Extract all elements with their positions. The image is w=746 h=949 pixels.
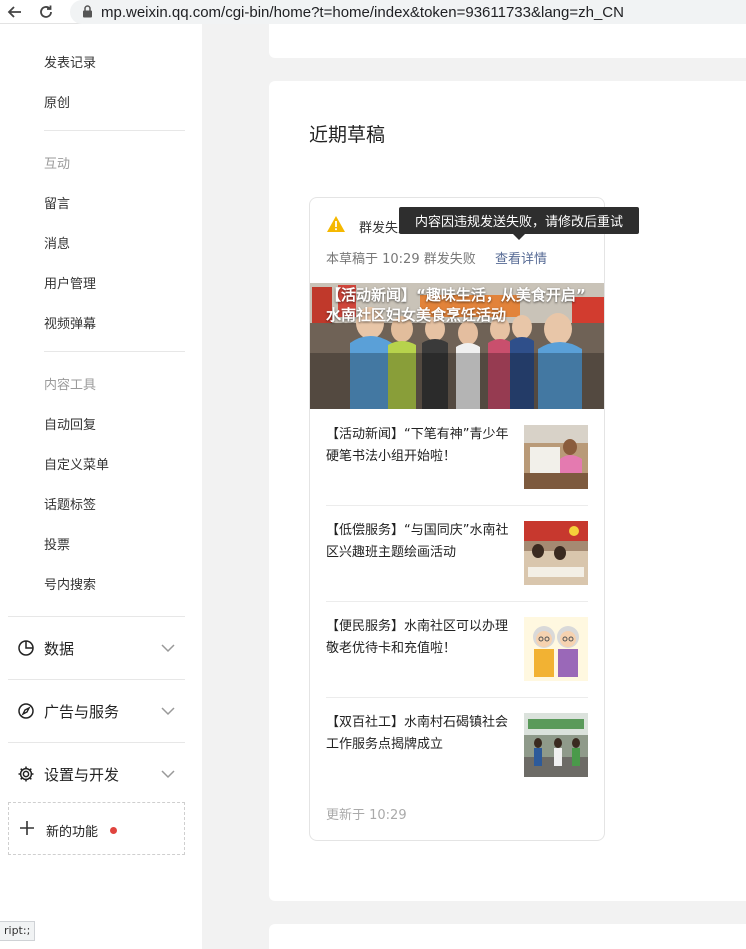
browser-toolbar: mp.weixin.qq.com/cgi-bin/home?t=home/ind… <box>0 0 746 24</box>
sidebar-item-vote[interactable]: 投票 <box>44 534 70 553</box>
article-thumbnail <box>524 521 588 585</box>
article-thumbnail <box>524 617 588 681</box>
sidebar-item-user-management[interactable]: 用户管理 <box>44 273 96 292</box>
sidebar-item-publish-records[interactable]: 发表记录 <box>44 52 96 71</box>
error-tooltip: 内容因违规发送失败，请修改后重试 <box>399 207 639 234</box>
sidebar-section-ads-services[interactable]: 广告与服务 <box>8 691 185 731</box>
chevron-down-icon <box>160 703 176 719</box>
draft-status-detail: 本草稿于 10:29 群发失败 <box>326 252 476 267</box>
article-thumbnail <box>524 713 588 777</box>
sidebar-divider <box>44 351 185 352</box>
chevron-down-icon <box>160 766 176 782</box>
article-title: 【双百社工】水南村石碣镇社会工作服务点揭牌成立 <box>326 715 509 752</box>
notification-dot <box>110 827 117 834</box>
sidebar-item-account-search[interactable]: 号内搜索 <box>44 574 96 593</box>
chevron-down-icon <box>160 640 176 656</box>
sidebar-section-settings-dev[interactable]: 设置与开发 <box>8 754 185 794</box>
new-feature-button[interactable]: 新的功能 <box>8 802 185 855</box>
article-title: 【低偿服务】“与国同庆”水南社区兴趣班主题绘画活动 <box>326 523 509 560</box>
page-title: 近期草稿 <box>309 124 386 146</box>
sidebar-section-data[interactable]: 数据 <box>8 628 185 668</box>
article-item[interactable]: 【双百社工】水南村石碣镇社会工作服务点揭牌成立 <box>326 698 588 794</box>
article-thumbnail <box>524 425 588 489</box>
pie-chart-icon <box>17 639 35 657</box>
plus-icon <box>19 820 35 836</box>
sidebar-item-comments[interactable]: 留言 <box>44 193 70 212</box>
warning-icon <box>326 215 346 233</box>
article-item[interactable]: 【活动新闻】“下笔有神”青少年硬笔书法小组开始啦！ <box>326 410 588 506</box>
gear-icon <box>17 765 35 783</box>
sidebar-section-label: 设置与开发 <box>44 765 120 784</box>
compass-icon <box>17 702 35 720</box>
address-bar[interactable]: mp.weixin.qq.com/cgi-bin/home?t=home/ind… <box>70 0 746 24</box>
sidebar-item-topic-tags[interactable]: 话题标签 <box>44 494 96 513</box>
sidebar-divider <box>8 616 185 617</box>
article-title: 【便民服务】水南社区可以办理敬老优待卡和充值啦！ <box>326 619 509 656</box>
sidebar-divider <box>8 679 185 680</box>
sidebar-group-content-tools: 内容工具 <box>44 378 97 393</box>
next-panel <box>269 924 746 949</box>
draft-updated-time: 更新于 10:29 <box>326 808 407 823</box>
tooltip-arrow <box>513 234 525 240</box>
sidebar-section-label: 数据 <box>44 639 75 658</box>
article-title: 【活动新闻】“下笔有神”青少年硬笔书法小组开始啦！ <box>326 427 509 464</box>
previous-panel <box>269 24 746 58</box>
draft-card[interactable]: 群发失败 本草稿于 10:29 群发失败 查看详情 【活动新闻】“趣味生活，从美… <box>309 197 605 841</box>
sidebar-item-original[interactable]: 原创 <box>44 92 70 111</box>
article-item[interactable]: 【便民服务】水南社区可以办理敬老优待卡和充值啦！ <box>326 602 588 698</box>
link-status-tooltip: ript:; <box>0 921 36 941</box>
sidebar-group-interaction: 互动 <box>44 157 71 172</box>
sidebar-section-label: 广告与服务 <box>44 702 120 721</box>
back-arrow-icon[interactable] <box>4 2 26 22</box>
url-text: mp.weixin.qq.com/cgi-bin/home?t=home/ind… <box>101 3 624 21</box>
new-feature-label: 新的功能 <box>46 825 99 840</box>
sidebar-item-video-danmaku[interactable]: 视频弹幕 <box>44 313 96 332</box>
sidebar-divider <box>8 742 185 743</box>
reload-icon[interactable] <box>35 2 57 22</box>
view-details-link[interactable]: 查看详情 <box>495 248 547 267</box>
sidebar-item-messages[interactable]: 消息 <box>44 233 70 252</box>
lock-icon <box>82 3 93 22</box>
sidebar-item-custom-menu[interactable]: 自定义菜单 <box>44 454 109 473</box>
cover-article-title: 【活动新闻】“趣味生活，从美食开启” 水南社区妇女美食烹饪活动 <box>326 286 586 324</box>
article-item[interactable]: 【低偿服务】“与国同庆”水南社区兴趣班主题绘画活动 <box>326 506 588 602</box>
sidebar-item-auto-reply[interactable]: 自动回复 <box>44 414 96 433</box>
sidebar-divider <box>44 130 185 131</box>
